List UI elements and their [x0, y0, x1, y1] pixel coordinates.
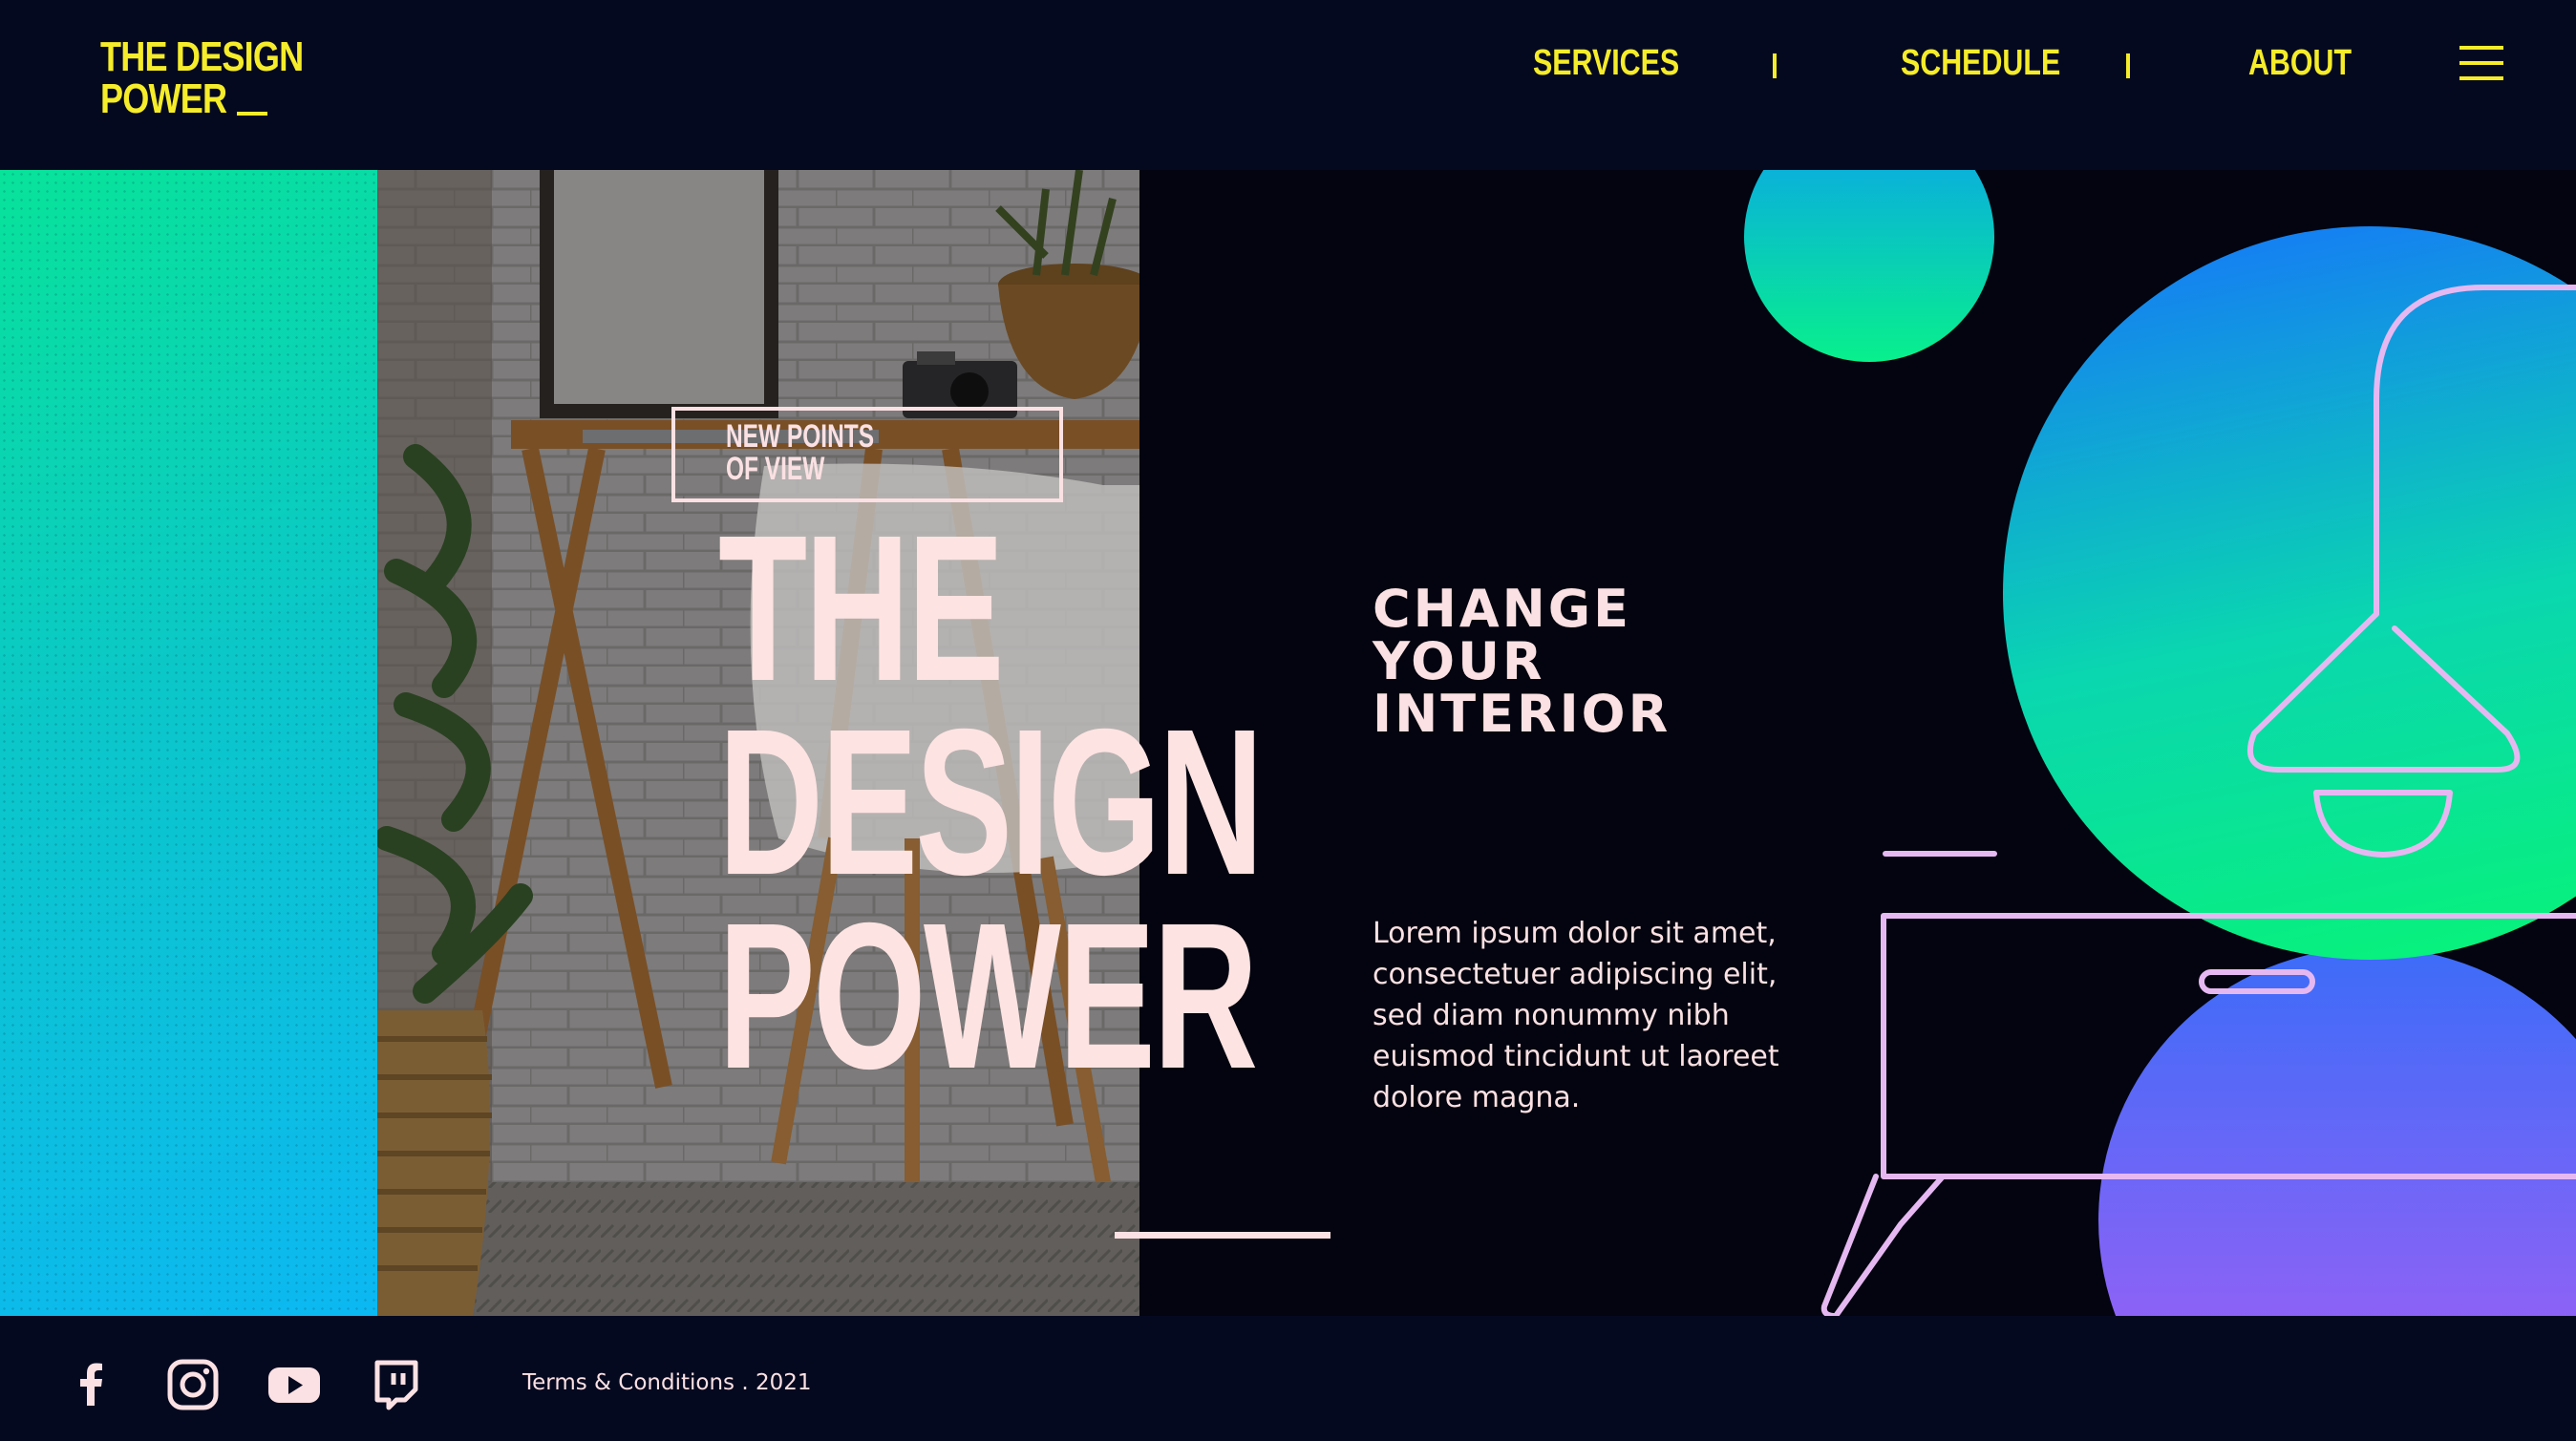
- nav-about[interactable]: ABOUT: [2248, 44, 2352, 82]
- hero-section: NEW POINTS OF VIEW THE DESIGN POWER CHAN…: [0, 170, 2576, 1316]
- purple-circle: [2098, 947, 2576, 1316]
- hamburger-icon[interactable]: [2459, 46, 2503, 80]
- nav-schedule[interactable]: SCHEDULE: [1901, 44, 2060, 82]
- logo[interactable]: THE DESIGN POWER: [100, 36, 348, 120]
- logo-line-1: THE DESIGN: [100, 33, 304, 80]
- small-gradient-circle: [1744, 170, 1994, 362]
- instagram-icon[interactable]: [164, 1356, 222, 1413]
- nav-services[interactable]: SERVICES: [1533, 44, 1679, 82]
- facebook-icon[interactable]: [63, 1356, 120, 1413]
- decorative-illustration: [1744, 170, 2576, 1316]
- logo-line-2: POWER: [100, 75, 227, 122]
- large-gradient-circle: [2003, 226, 2576, 960]
- nav-divider: [2126, 53, 2130, 78]
- logo-underline: [237, 112, 267, 116]
- footer: Terms & Conditions . 2021: [0, 1316, 2576, 1441]
- terms-link[interactable]: Terms & Conditions . 2021: [522, 1370, 812, 1395]
- nav-divider: [1773, 53, 1777, 78]
- header: THE DESIGN POWER SERVICES SCHEDULE ABOUT: [0, 0, 2576, 170]
- youtube-icon[interactable]: [266, 1356, 323, 1413]
- twitch-icon[interactable]: [367, 1356, 424, 1413]
